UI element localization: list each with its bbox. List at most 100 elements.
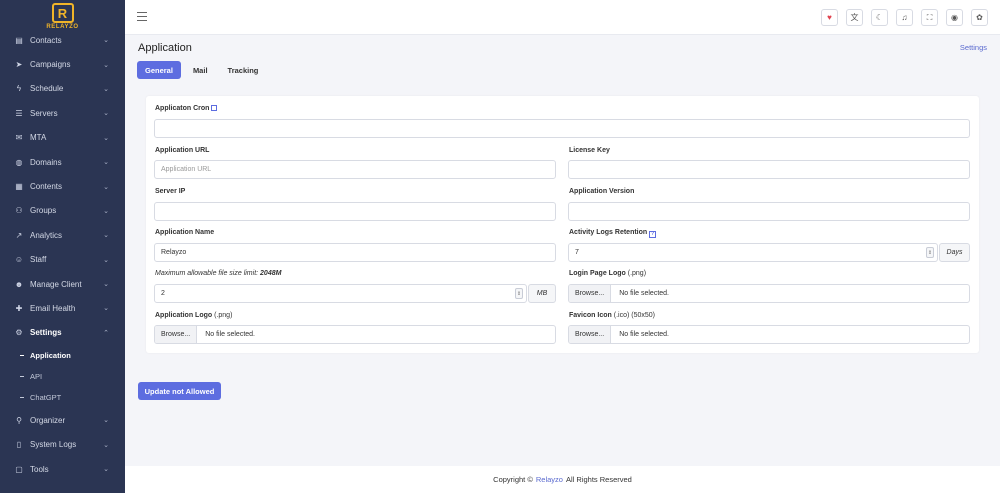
fullscreen-icon[interactable]: ⛶ <box>921 9 938 26</box>
chevron-down-icon: ⌄ <box>103 441 109 449</box>
book-icon: ▯ <box>16 440 22 450</box>
login-logo-hint: (.png) <box>627 270 647 277</box>
sidebar-item-tools[interactable]: ▢ Tools ⌄ <box>0 457 125 481</box>
sidebar-subitem-label: Application <box>30 351 71 361</box>
tab-general[interactable]: General <box>137 61 181 79</box>
sidebar-item-mta[interactable]: ✉ MTA ⌄ <box>0 126 125 150</box>
sidebar-item-label: Analytics <box>30 230 63 240</box>
filesize-label: Maximum allowable file size limit: 2048M <box>155 270 281 277</box>
sidebar-item-label: Servers <box>30 108 58 118</box>
user-icon[interactable]: ◉ <box>946 9 963 26</box>
filesize-input[interactable]: 2 ⇕ <box>154 284 527 303</box>
bolt-icon: ϟ <box>16 84 22 94</box>
logo-mark-icon: R <box>51 3 74 23</box>
settings-form-card: Applicaton Cron Application URL Applicat… <box>146 96 979 353</box>
tab-tracking[interactable]: Tracking <box>220 61 267 79</box>
cron-input[interactable] <box>154 119 970 138</box>
chevron-down-icon: ⌄ <box>103 110 109 118</box>
favicon-file-input[interactable]: Browse... No file selected. <box>568 325 970 344</box>
no-file-text: No file selected. <box>619 290 669 297</box>
no-file-text: No file selected. <box>205 331 255 338</box>
chevron-down-icon: ⌄ <box>103 61 109 69</box>
heart-icon[interactable]: ♥ <box>821 9 838 26</box>
chevron-down-icon: ⌄ <box>103 232 109 240</box>
server-ip-input[interactable] <box>154 202 556 221</box>
topbar: ♥ 文 ☾ ♫ ⛶ ◉ ✿ <box>125 0 1000 35</box>
bell-icon[interactable]: ♫ <box>896 9 913 26</box>
mail-icon: ✉ <box>15 133 23 143</box>
sidebar: R RELAYZO ▤ Contacts ⌄ ➤ Campaigns ⌄ ϟ S… <box>0 0 125 493</box>
sidebar-item-schedule[interactable]: ϟ Schedule ⌄ <box>0 77 125 101</box>
update-button[interactable]: Update not Allowed <box>138 382 221 400</box>
globe-icon: ◍ <box>15 157 23 167</box>
sidebar-item-servers[interactable]: ☰ Servers ⌄ <box>0 101 125 125</box>
database-icon: ☰ <box>15 108 23 118</box>
sidebar-subitem-chatgpt[interactable]: ChatGPT <box>0 387 125 408</box>
menu-toggle-icon[interactable] <box>137 12 147 21</box>
number-stepper-icon[interactable]: ⇕ <box>515 288 523 299</box>
no-file-text: No file selected. <box>619 331 669 338</box>
sidebar-item-staff[interactable]: ☺ Staff ⌄ <box>0 248 125 272</box>
chevron-down-icon: ⌄ <box>103 159 109 167</box>
sidebar-item-settings[interactable]: ⚙ Settings ⌃ <box>0 321 125 345</box>
browse-button[interactable]: Browse... <box>155 326 198 343</box>
gear-icon: ⚙ <box>15 328 23 338</box>
url-input[interactable]: Application URL <box>154 160 556 179</box>
topbar-actions: ♥ 文 ☾ ♫ ⛶ ◉ ✿ <box>821 9 988 26</box>
browse-button[interactable]: Browse... <box>569 285 612 302</box>
app-name-input[interactable]: Relayzo <box>154 243 556 262</box>
sidebar-item-system-logs[interactable]: ▯ System Logs ⌄ <box>0 432 125 456</box>
sidebar-item-label: Manage Client <box>30 279 82 289</box>
login-logo-label-text: Login Page Logo <box>569 270 626 277</box>
filesize-unit: MB <box>528 284 556 303</box>
copy-icon[interactable] <box>211 105 218 111</box>
browse-button[interactable]: Browse... <box>569 326 612 343</box>
favicon-label: Favicon Icon (.ico) (50x50) <box>569 312 655 319</box>
sidebar-item-organizer[interactable]: ⚲ Organizer ⌄ <box>0 408 125 432</box>
number-stepper-icon[interactable]: ⇕ <box>926 247 934 258</box>
sidebar-item-label: Groups <box>30 206 57 216</box>
filesize-limit: 2048M <box>260 270 282 277</box>
help-icon[interactable]: ? <box>649 230 657 238</box>
sidebar-item-campaigns[interactable]: ➤ Campaigns ⌄ <box>0 52 125 76</box>
translate-icon[interactable]: 文 <box>846 9 863 26</box>
app-logo-file-input[interactable]: Browse... No file selected. <box>154 325 556 344</box>
sidebar-item-domains[interactable]: ◍ Domains ⌄ <box>0 150 125 174</box>
sidebar-subitem-application[interactable]: Application <box>0 345 125 366</box>
login-logo-file-input[interactable]: Browse... No file selected. <box>568 284 970 303</box>
url-label: Application URL <box>155 147 210 154</box>
brand-logo[interactable]: R RELAYZO <box>0 0 125 34</box>
server-ip-label: Server IP <box>155 188 186 195</box>
send-icon: ➤ <box>15 60 23 70</box>
filesize-value: 2 <box>161 290 165 297</box>
sidebar-subitem-label: API <box>30 372 43 382</box>
license-input[interactable] <box>568 160 970 179</box>
users-icon: ☻ <box>14 279 24 289</box>
groups-icon: ⚇ <box>15 206 23 216</box>
breadcrumb-settings-link[interactable]: Settings <box>960 43 987 52</box>
sidebar-item-contents[interactable]: ▦ Contents ⌄ <box>0 174 125 198</box>
dash-icon <box>20 355 24 357</box>
sidebar-item-label: Tools <box>30 464 49 474</box>
palette-icon[interactable]: ✿ <box>971 9 988 26</box>
retention-input[interactable]: 7 ⇕ <box>568 243 938 262</box>
footer-brand-link[interactable]: Relayzo <box>536 475 563 484</box>
sidebar-item-manage-client[interactable]: ☻ Manage Client ⌄ <box>0 272 125 296</box>
version-input[interactable] <box>568 202 970 221</box>
sidebar-item-groups[interactable]: ⚇ Groups ⌄ <box>0 199 125 223</box>
tab-mail[interactable]: Mail <box>185 61 216 79</box>
chevron-down-icon: ⌄ <box>103 85 109 93</box>
sidebar-item-label: MTA <box>30 133 47 143</box>
sidebar-subitem-api[interactable]: API <box>0 366 125 387</box>
chevron-down-icon: ⌄ <box>103 207 109 215</box>
sidebar-item-label: Settings <box>30 328 62 338</box>
sidebar-item-email-health[interactable]: ✚ Email Health ⌄ <box>0 296 125 320</box>
sidebar-nav: ▤ Contacts ⌄ ➤ Campaigns ⌄ ϟ Schedule ⌄ … <box>0 28 125 481</box>
sidebar-item-label: Contacts <box>30 35 62 45</box>
moon-icon[interactable]: ☾ <box>871 9 888 26</box>
sidebar-item-analytics[interactable]: ↗ Analytics ⌄ <box>0 223 125 247</box>
copyright-prefix: Copyright © <box>493 475 533 484</box>
favicon-label-text: Favicon Icon <box>569 312 612 319</box>
cron-label: Applicaton Cron <box>155 105 218 112</box>
chevron-down-icon: ⌄ <box>103 417 109 425</box>
